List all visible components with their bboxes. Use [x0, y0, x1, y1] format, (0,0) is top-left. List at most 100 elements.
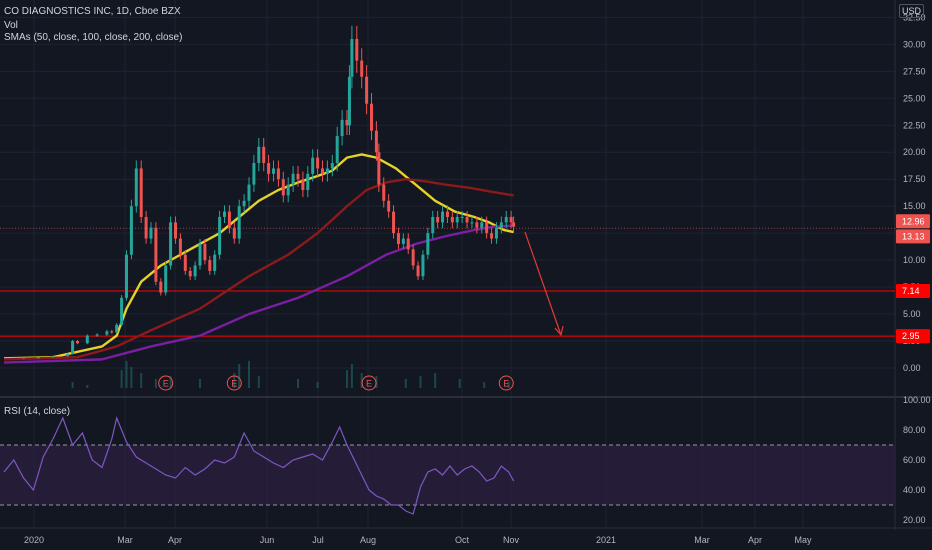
candle: [382, 184, 386, 201]
volume-legend: Vol: [4, 20, 18, 31]
candle: [105, 331, 109, 335]
candle: [223, 211, 226, 217]
candle: [174, 222, 177, 239]
volume-bar: [458, 379, 461, 388]
candle: [227, 211, 231, 228]
time-tick-label: Jul: [312, 535, 324, 545]
volume-bar: [350, 364, 353, 388]
time-tick-label: Apr: [168, 535, 182, 545]
level-badge-lower-text: 2.95: [902, 331, 920, 341]
volume-bar: [125, 361, 128, 388]
candle: [110, 331, 114, 333]
time-tick-label: Apr: [748, 535, 762, 545]
volume-bar: [297, 379, 299, 388]
rsi-tick-label: 100.00: [903, 395, 931, 405]
candle: [169, 222, 173, 266]
volume-bar: [248, 361, 250, 388]
currency-badge[interactable]: USD: [898, 4, 924, 18]
candle: [421, 254, 425, 277]
candle: [242, 200, 246, 207]
candle: [306, 173, 310, 190]
volume-bar: [483, 382, 486, 388]
candle: [144, 216, 148, 239]
candle: [509, 216, 513, 223]
candle: [71, 341, 75, 354]
candle: [311, 157, 315, 174]
candle: [188, 270, 192, 277]
price-tick-label: 5.00: [903, 309, 921, 319]
price-tick-label: 30.00: [903, 39, 926, 49]
candle: [125, 254, 128, 298]
candle: [193, 265, 197, 277]
candle: [426, 233, 430, 255]
candle: [355, 38, 359, 61]
candle: [445, 211, 449, 217]
candle: [183, 254, 187, 271]
price-chart[interactable]: 100.0080.0060.0040.0020.00 EEEE 32.5030.…: [0, 0, 932, 550]
candle: [134, 168, 138, 207]
candle: [475, 222, 479, 228]
candle: [198, 243, 202, 266]
time-tick-label: Mar: [694, 535, 710, 545]
candle: [22, 357, 26, 359]
candle: [237, 206, 241, 239]
time-tick-label: Mar: [117, 535, 133, 545]
price-tick-label: 10.00: [903, 255, 926, 265]
rsi-tick-label: 80.00: [903, 425, 926, 435]
candle: [441, 211, 445, 223]
candle: [164, 265, 168, 293]
time-tick-label: Oct: [455, 535, 470, 545]
candle: [416, 265, 420, 277]
candle: [431, 216, 435, 234]
price-tick-label: 20.00: [903, 147, 926, 157]
time-tick-label: 2021: [596, 535, 616, 545]
price-tick-label: 25.00: [903, 93, 926, 103]
candle: [154, 227, 158, 282]
candle: [218, 216, 222, 255]
candle: [66, 353, 70, 357]
price-tick-label: 15.00: [903, 201, 926, 211]
candle: [203, 243, 207, 261]
candle: [129, 206, 133, 255]
volume-bar: [434, 373, 437, 388]
candle: [208, 260, 212, 271]
candle: [267, 163, 271, 174]
volume-bar: [419, 376, 422, 388]
price-tick-label: 27.50: [903, 66, 926, 76]
price-tick-label: 17.50: [903, 174, 926, 184]
time-tick-label: Nov: [503, 535, 520, 545]
volume-bar: [71, 382, 74, 388]
candle: [286, 184, 290, 196]
candle: [120, 297, 124, 325]
volume-bar: [238, 364, 241, 388]
candle: [291, 173, 295, 185]
candle: [76, 341, 79, 344]
rsi-tick-label: 60.00: [903, 455, 926, 465]
candle: [504, 216, 508, 223]
candle: [321, 168, 324, 174]
volume-bar: [120, 370, 123, 388]
candle: [115, 324, 119, 333]
time-tick-label: 2020: [24, 535, 44, 545]
candle: [499, 222, 503, 228]
sma-legend: SMAs (50, close, 100, close, 200, close): [4, 32, 183, 43]
candle: [276, 168, 280, 180]
volume-bar: [257, 376, 260, 388]
candle: [347, 76, 351, 126]
candle: [325, 168, 329, 174]
candle: [365, 76, 369, 104]
candle: [95, 334, 99, 336]
candle: [340, 119, 344, 137]
candle: [436, 216, 440, 223]
volume-bar: [316, 382, 319, 388]
rsi-legend: RSI (14, close): [4, 406, 71, 417]
candle: [281, 179, 285, 196]
candle: [330, 163, 334, 169]
candle: [335, 136, 339, 164]
candle: [262, 146, 266, 164]
candle: [370, 103, 373, 131]
earnings-label: E: [503, 379, 509, 389]
volume-bar: [199, 379, 201, 388]
candle: [374, 130, 378, 153]
candle: [252, 163, 256, 185]
